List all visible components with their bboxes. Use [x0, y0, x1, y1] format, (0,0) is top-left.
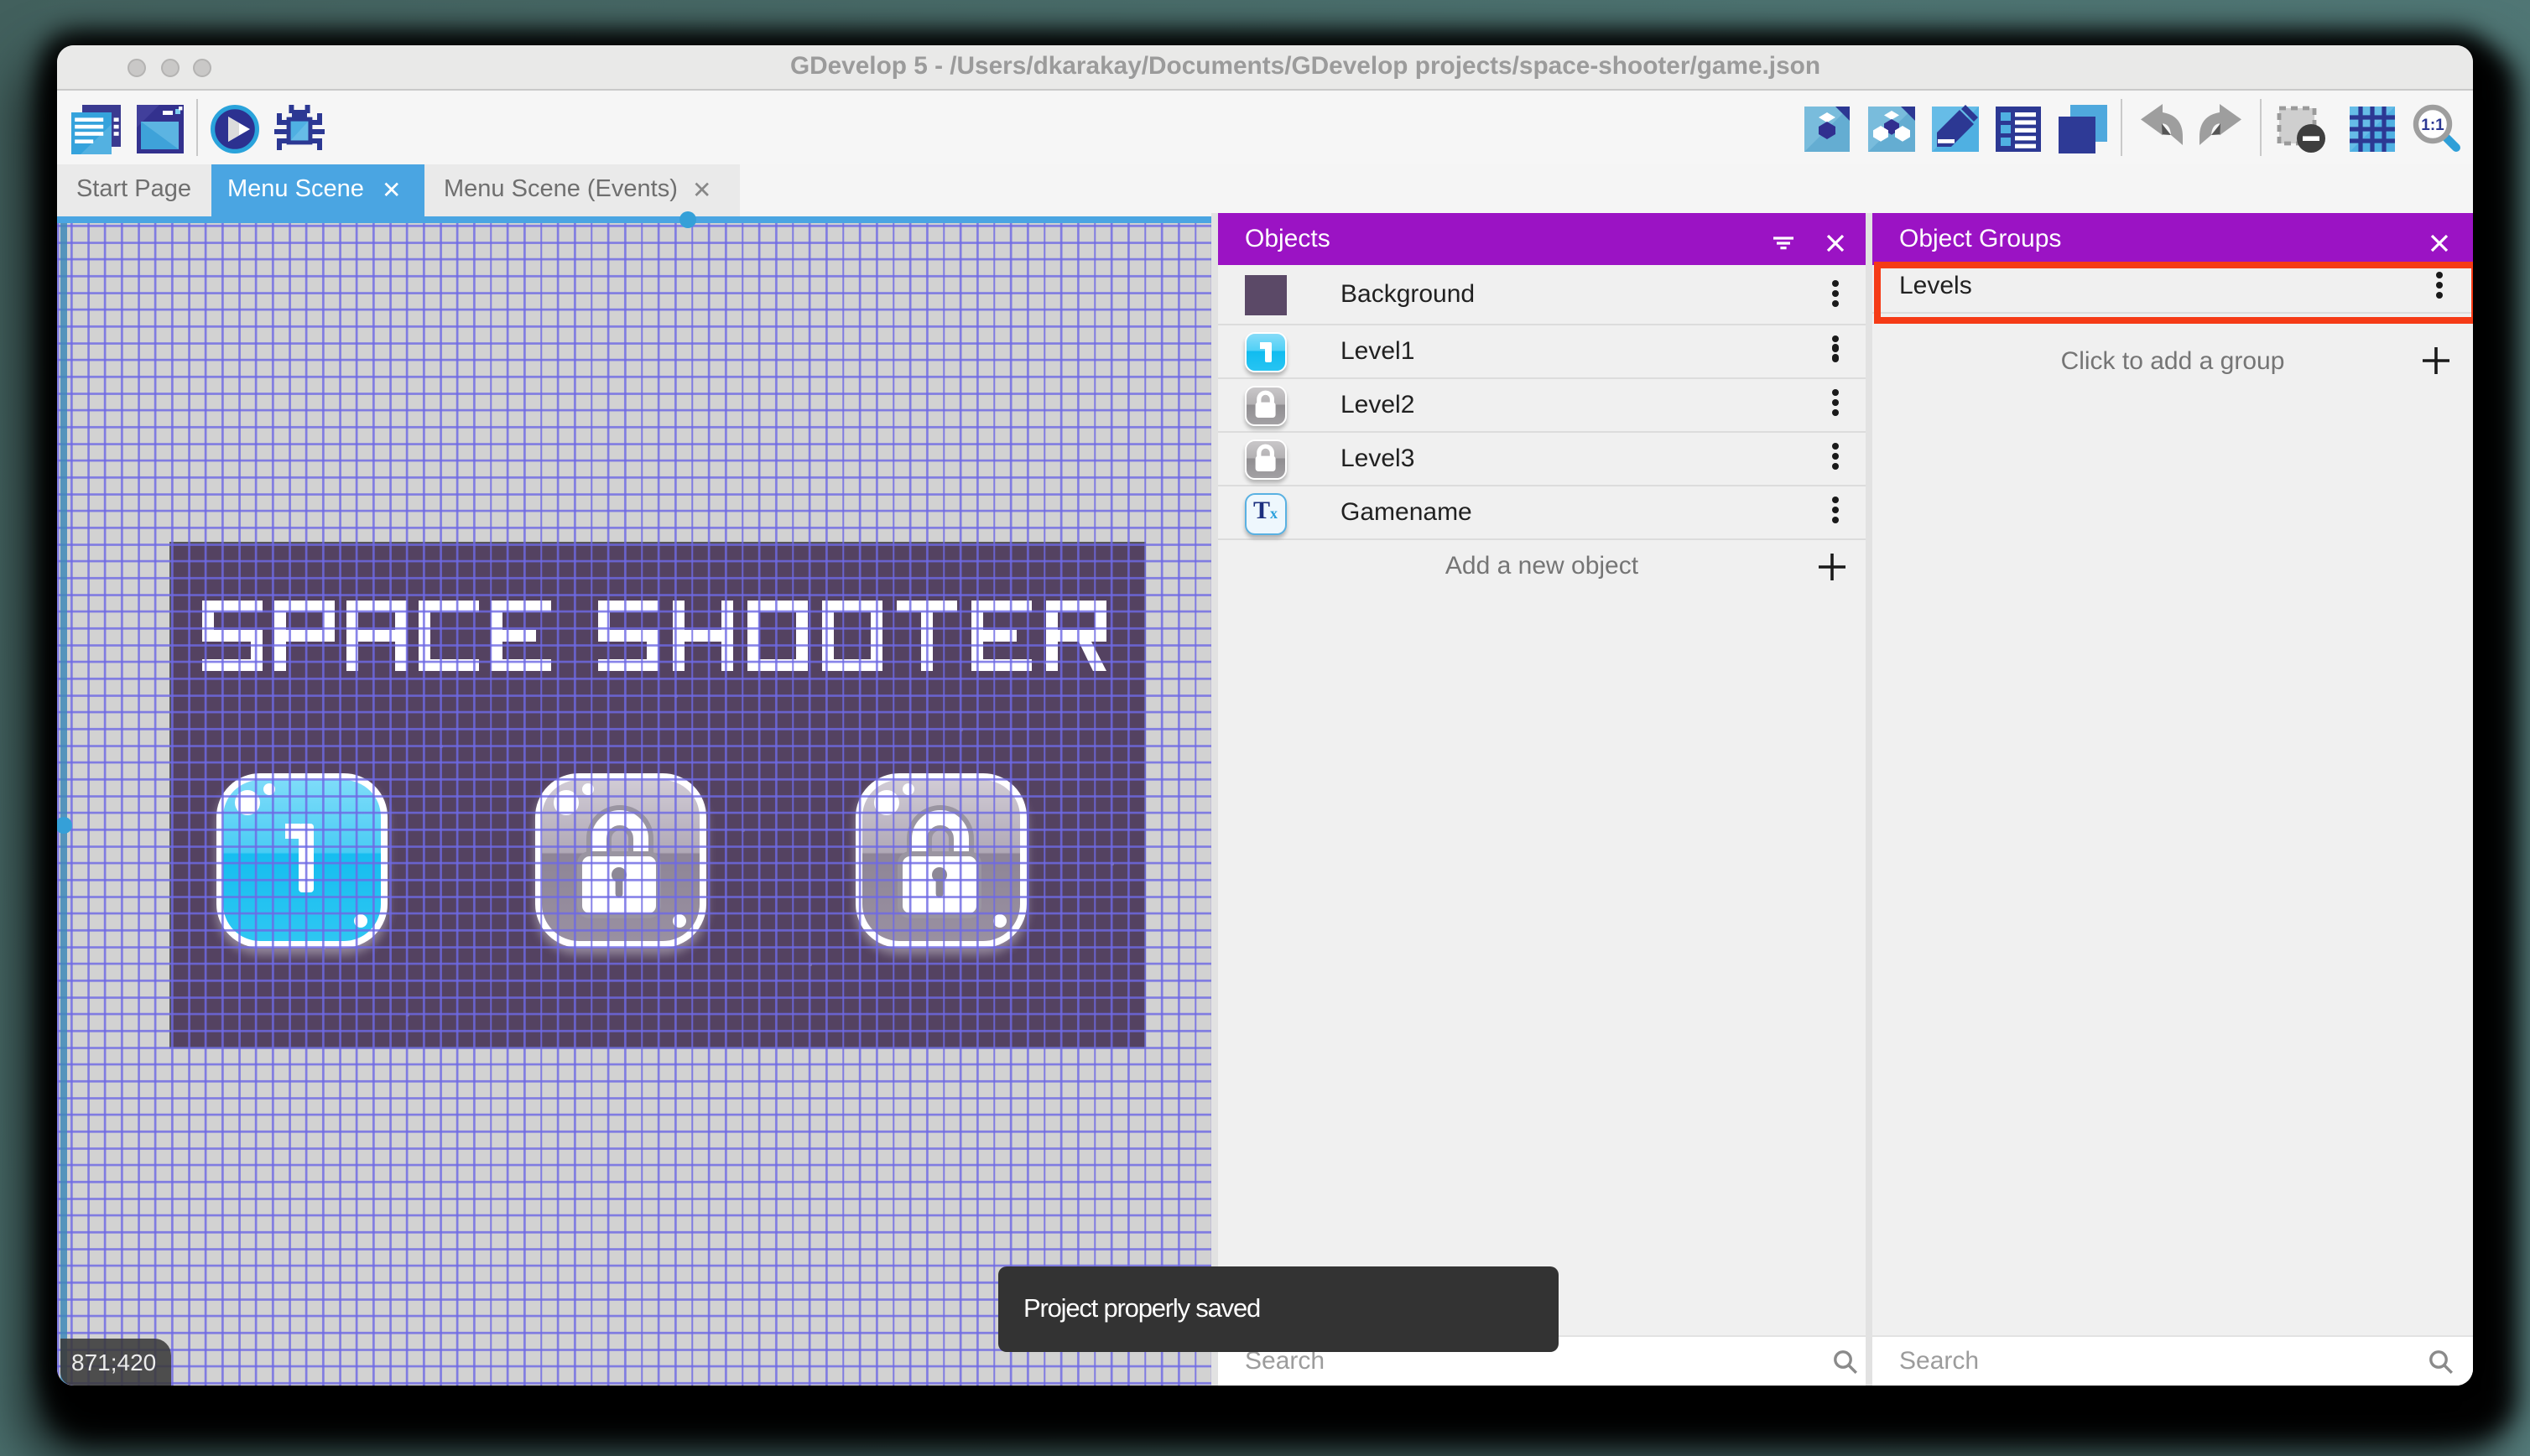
svg-text:1:1: 1:1: [2420, 116, 2444, 133]
